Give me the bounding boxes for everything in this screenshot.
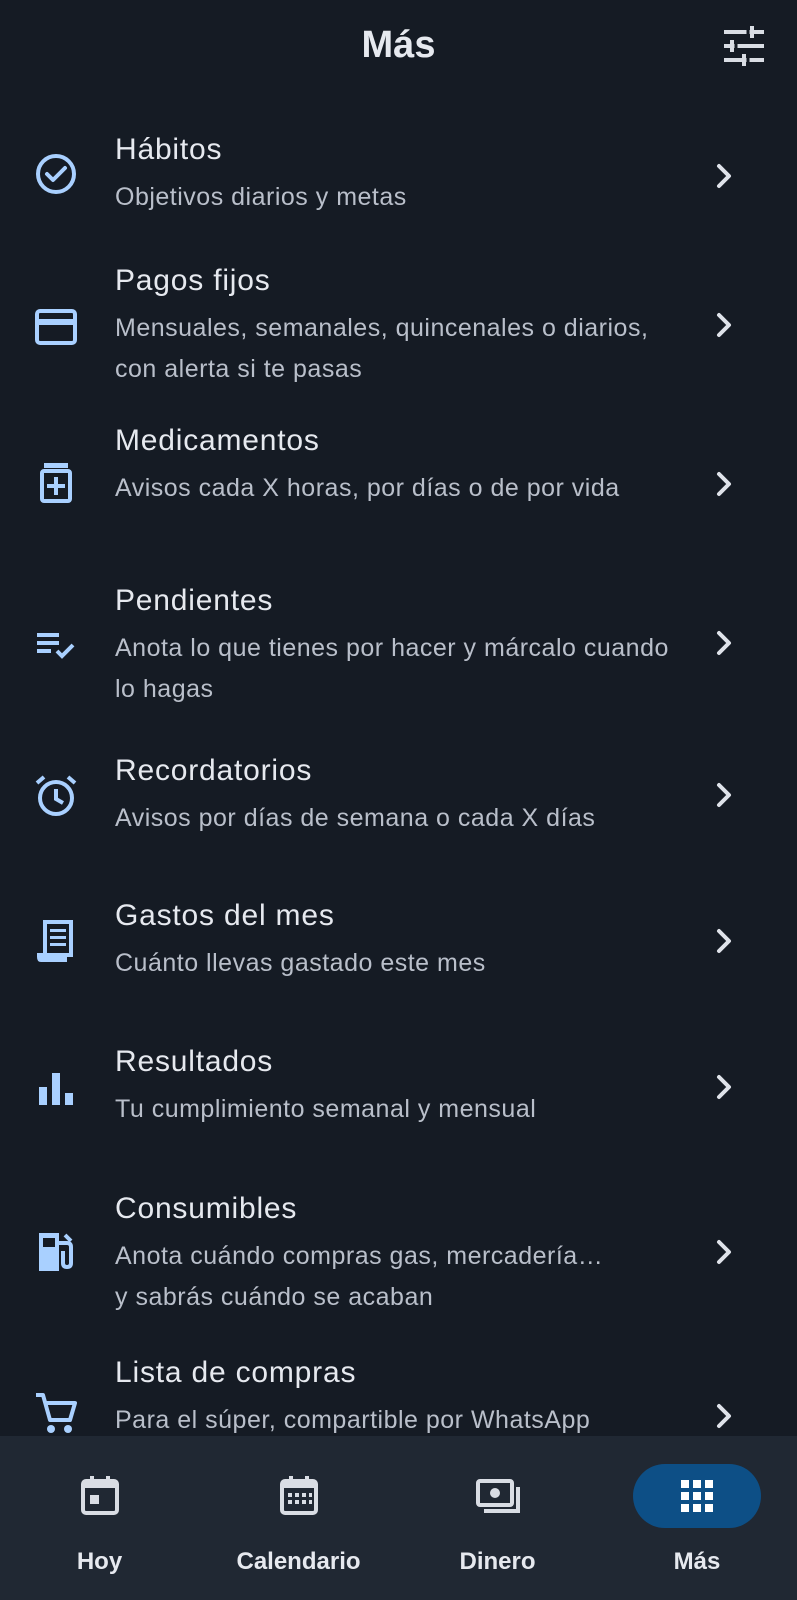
menu-item-subtitle: Mensuales, semanales, quincenales o diar… [115,314,649,383]
calendar-icon [275,1472,323,1520]
top-app-bar: Más [0,0,797,96]
menu-item-subtitle: Para el súper, compartible por WhatsApp [115,1406,591,1434]
chevron-right-icon [711,780,737,810]
menu-item-subtitle: Anota cuándo compras gas, mercadería… y … [115,1242,604,1311]
bottom-navigation: Hoy Calendario Dinero Más [0,1436,797,1600]
menu-list: Hábitos Objetivos diarios y metas Pagos … [0,96,797,1436]
menu-item-title: Medicamentos [115,424,320,457]
chevron-right-icon [711,1401,737,1431]
menu-item-title: Pendientes [115,584,274,617]
menu-item-title: Consumibles [115,1192,298,1225]
chevron-right-icon [711,1072,737,1102]
menu-item-pendientes[interactable]: Pendientes Anota lo que tienes por hacer… [0,566,797,716]
chevron-right-icon [711,161,737,191]
menu-item-title: Pagos fijos [115,264,271,297]
today-icon [76,1472,124,1520]
nav-label: Hoy [76,1548,123,1575]
menu-item-consumibles[interactable]: Consumibles Anota cuándo compras gas, me… [0,1172,797,1332]
menu-item-medicamentos[interactable]: Medicamentos Avisos cada X horas, por dí… [0,406,797,556]
check-circle-icon [33,151,79,197]
menu-item-pagos-fijos[interactable]: Pagos fijos Mensuales, semanales, quince… [0,246,797,396]
tune-icon [724,26,764,66]
nav-item-hoy[interactable]: Hoy [0,1436,199,1600]
page-title: Más [361,24,436,66]
menu-item-title: Lista de compras [115,1356,357,1389]
chevron-right-icon [711,926,737,956]
menu-item-resultados[interactable]: Resultados Tu cumplimiento semanal y men… [0,1028,797,1158]
menu-item-title: Hábitos [115,133,223,166]
chevron-right-icon [711,1237,737,1267]
menu-item-gastos-del-mes[interactable]: Gastos del mes Cuánto llevas gastado est… [0,882,797,1012]
menu-item-title: Resultados [115,1045,274,1078]
menu-item-title: Gastos del mes [115,899,335,932]
credit-card-icon [33,304,79,350]
shopping-cart-icon [33,1390,79,1436]
nav-item-mas[interactable]: Más [597,1436,797,1600]
nav-label: Dinero [459,1548,536,1575]
menu-item-habitos[interactable]: Hábitos Objetivos diarios y metas [0,116,797,236]
nav-label: Más [673,1548,721,1575]
checklist-icon [33,621,79,667]
chevron-right-icon [711,628,737,658]
fuel-icon [33,1229,79,1275]
menu-item-lista-de-compras[interactable]: Lista de compras Para el súper, comparti… [0,1336,797,1436]
chevron-right-icon [711,469,737,499]
menu-item-subtitle: Anota lo que tienes por hacer y márcalo … [115,634,669,703]
chevron-right-icon [711,310,737,340]
receipt-icon [33,919,79,965]
apps-grid-icon [673,1472,721,1520]
medication-icon [33,460,79,506]
alarm-icon [33,773,79,819]
nav-label: Calendario [236,1548,361,1575]
bar-chart-icon [33,1065,79,1111]
filter-settings-button[interactable] [722,26,766,66]
menu-item-recordatorios[interactable]: Recordatorios Avisos por días de semana … [0,736,797,866]
nav-item-dinero[interactable]: Dinero [398,1436,597,1600]
menu-item-subtitle: Avisos cada X horas, por días o de por v… [115,474,620,502]
menu-item-title: Recordatorios [115,754,313,787]
money-icon [474,1472,522,1520]
menu-item-subtitle: Avisos por días de semana o cada X días [115,804,596,832]
nav-item-calendario[interactable]: Calendario [199,1436,398,1600]
menu-item-subtitle: Tu cumplimiento semanal y mensual [115,1095,537,1123]
menu-item-subtitle: Cuánto llevas gastado este mes [115,949,486,977]
menu-item-subtitle: Objetivos diarios y metas [115,183,407,211]
